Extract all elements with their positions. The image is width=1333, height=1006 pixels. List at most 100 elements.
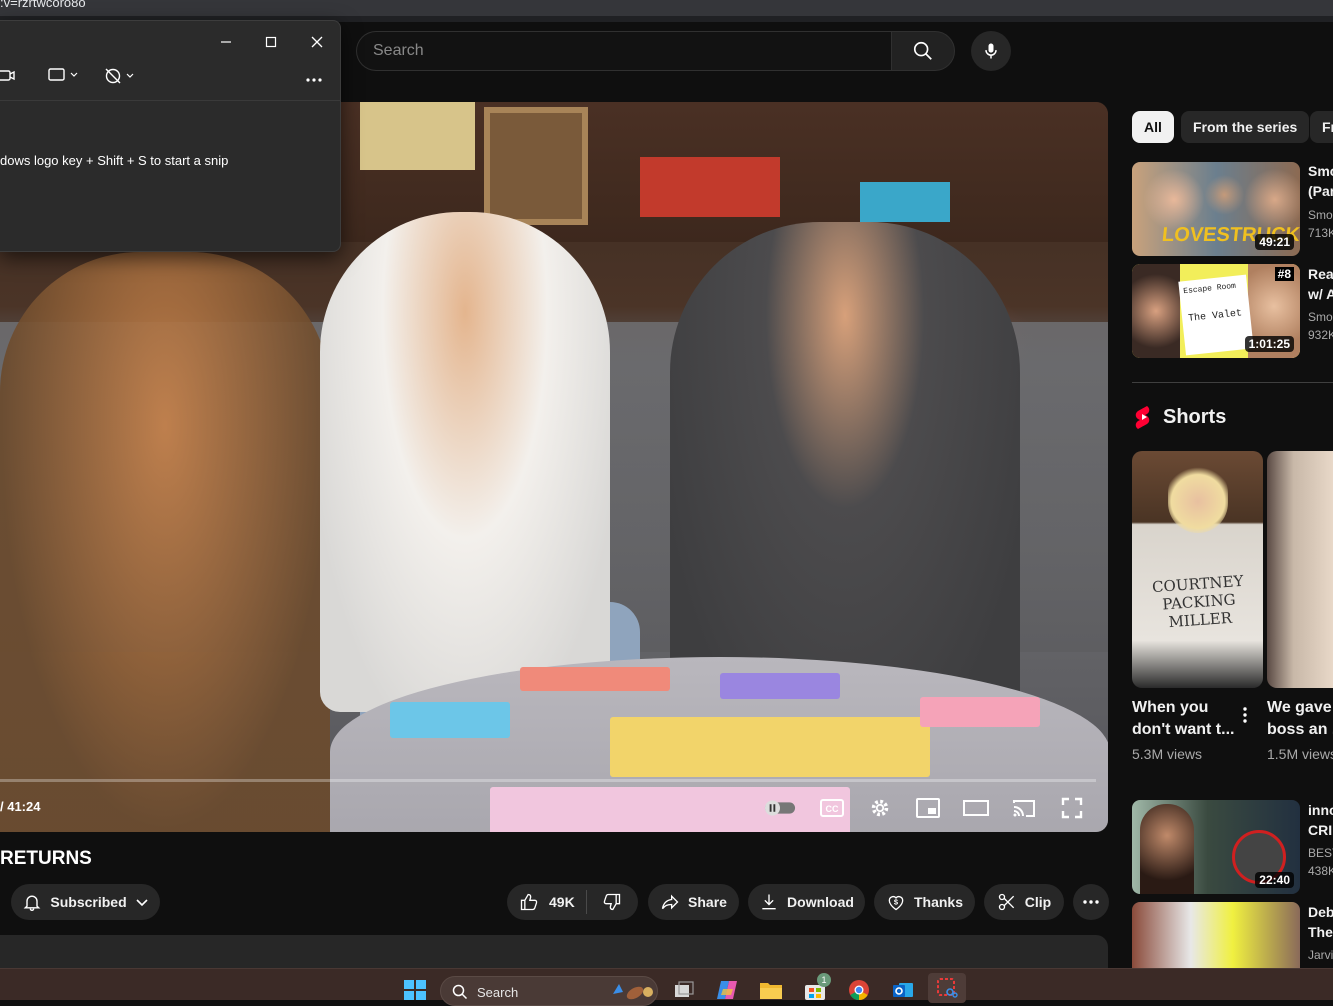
maximize-button[interactable]: [264, 35, 278, 54]
channel-name[interactable]: Jarvi: [1308, 948, 1333, 962]
short-title[interactable]: don't want t...: [1132, 719, 1234, 741]
clip-button[interactable]: Clip: [984, 884, 1064, 920]
thumbnail-paper: Escape Room The Valet: [1178, 274, 1254, 356]
video-title[interactable]: The: [1308, 922, 1333, 942]
video-thumbnail[interactable]: [1132, 902, 1300, 968]
video-frame-person: [320, 212, 610, 712]
game-board: [490, 787, 850, 832]
game-box: [860, 182, 950, 222]
dislike-button[interactable]: [587, 892, 637, 912]
framed-picture: [484, 107, 588, 225]
search-input[interactable]: [357, 32, 892, 70]
notification-badge: 1: [817, 973, 831, 987]
short-thumbnail[interactable]: [1267, 451, 1333, 688]
chip-all[interactable]: All: [1132, 111, 1174, 143]
start-button[interactable]: [403, 979, 427, 1001]
duration-badge: 22:40: [1255, 872, 1294, 888]
channel-name[interactable]: BEST: [1308, 846, 1333, 860]
thumbnail-image: [1132, 264, 1180, 358]
video-thumbnail[interactable]: LOVESTRUCK 49:21: [1132, 162, 1300, 256]
snipping-tool-taskbar-button[interactable]: [928, 973, 966, 1003]
autoplay-toggle[interactable]: [764, 794, 796, 822]
video-title[interactable]: CRIM: [1308, 820, 1333, 840]
short-thumbnail[interactable]: COURTNEY PACKING MILLER: [1132, 451, 1263, 688]
progress-bar[interactable]: [0, 779, 1096, 782]
minimize-button[interactable]: [219, 35, 233, 54]
shorts-heading: Shorts: [1163, 406, 1227, 428]
ellipsis-icon: [1083, 900, 1099, 904]
share-button[interactable]: Share: [648, 884, 739, 920]
subscribed-button[interactable]: Subscribed: [11, 884, 160, 920]
more-options-button[interactable]: [305, 71, 323, 89]
close-button[interactable]: [310, 35, 324, 54]
view-count: 713K: [1308, 226, 1333, 240]
view-count: 5.3M views: [1132, 746, 1203, 762]
close-icon: [311, 36, 323, 48]
address-bar[interactable]: :v=rzrtwcoro8o: [0, 0, 1333, 16]
thanks-button[interactable]: $ Thanks: [874, 884, 975, 920]
chrome-icon: [849, 980, 869, 1001]
video-title[interactable]: (Par: [1308, 181, 1333, 201]
captions-button[interactable]: CC: [816, 794, 848, 822]
search-highlight-icon: [613, 984, 653, 1000]
channel-name[interactable]: Smos: [1308, 208, 1333, 222]
shorts-logo-icon: [1134, 405, 1154, 434]
thumbnail-image: [1140, 804, 1194, 894]
video-title[interactable]: w/ A: [1308, 284, 1333, 304]
kebab-menu-icon: [1243, 707, 1247, 723]
subscribed-label: Subscribed: [50, 894, 127, 910]
snipping-tool-window: dows logo key + Shift + S to start a sni…: [0, 20, 341, 252]
fullscreen-icon: [1061, 797, 1083, 819]
outlook-button[interactable]: [891, 979, 915, 1001]
video-title[interactable]: Smo: [1308, 161, 1333, 181]
download-label: Download: [787, 894, 854, 910]
search-button[interactable]: [891, 31, 955, 71]
voice-search-button[interactable]: [971, 31, 1011, 71]
heart-dollar-icon: $: [888, 895, 904, 911]
thanks-label: Thanks: [913, 894, 963, 910]
short-menu-button[interactable]: [1238, 705, 1252, 730]
channel-name[interactable]: Smos: [1308, 310, 1333, 324]
store-button[interactable]: 1: [803, 973, 831, 1001]
settings-button[interactable]: [864, 794, 896, 822]
like-button[interactable]: 49K: [507, 890, 587, 914]
copilot-button[interactable]: [715, 979, 739, 1001]
video-thumbnail[interactable]: Escape Room The Valet #8 1:01:25: [1132, 264, 1300, 358]
more-actions-button[interactable]: [1073, 884, 1109, 920]
snip-shape-dropdown[interactable]: [48, 67, 82, 88]
folder-icon: [760, 983, 782, 999]
cast-button[interactable]: [1008, 794, 1040, 822]
chip-more[interactable]: Fr: [1310, 111, 1333, 143]
download-icon: [762, 894, 776, 910]
chevron-down-icon: [136, 899, 148, 907]
short-title[interactable]: We gave: [1267, 697, 1332, 719]
video-title[interactable]: Reac: [1308, 264, 1333, 284]
minimize-icon: [221, 41, 231, 43]
search-box: [356, 31, 892, 71]
chip-from-the-series[interactable]: From the series: [1181, 111, 1310, 143]
short-title[interactable]: boss an ...: [1267, 719, 1333, 741]
game-card: [720, 673, 840, 699]
chrome-button[interactable]: [847, 979, 871, 1001]
share-icon: [661, 894, 679, 910]
task-view-button[interactable]: [672, 979, 696, 1001]
svg-text:$: $: [894, 898, 899, 907]
share-label: Share: [688, 894, 727, 910]
gear-icon: [871, 799, 889, 817]
video-title[interactable]: Deb: [1308, 902, 1333, 922]
short-title[interactable]: When you: [1132, 697, 1208, 719]
like-count: 49K: [549, 894, 575, 910]
record-mode-button[interactable]: [0, 67, 16, 88]
video-thumbnail[interactable]: 22:40: [1132, 800, 1300, 894]
file-explorer-button[interactable]: [759, 979, 783, 1001]
snip-delay-dropdown[interactable]: [104, 67, 138, 90]
theater-mode-button[interactable]: [960, 794, 992, 822]
video-title[interactable]: inno: [1308, 800, 1333, 820]
miniplayer-button[interactable]: [912, 794, 944, 822]
download-button[interactable]: Download: [748, 884, 865, 920]
taskbar-search[interactable]: Search: [440, 976, 658, 1006]
no-timer-icon: [105, 68, 134, 84]
task-view-icon: [675, 981, 694, 997]
fullscreen-button[interactable]: [1056, 794, 1088, 822]
windows-taskbar: [0, 968, 1333, 1000]
